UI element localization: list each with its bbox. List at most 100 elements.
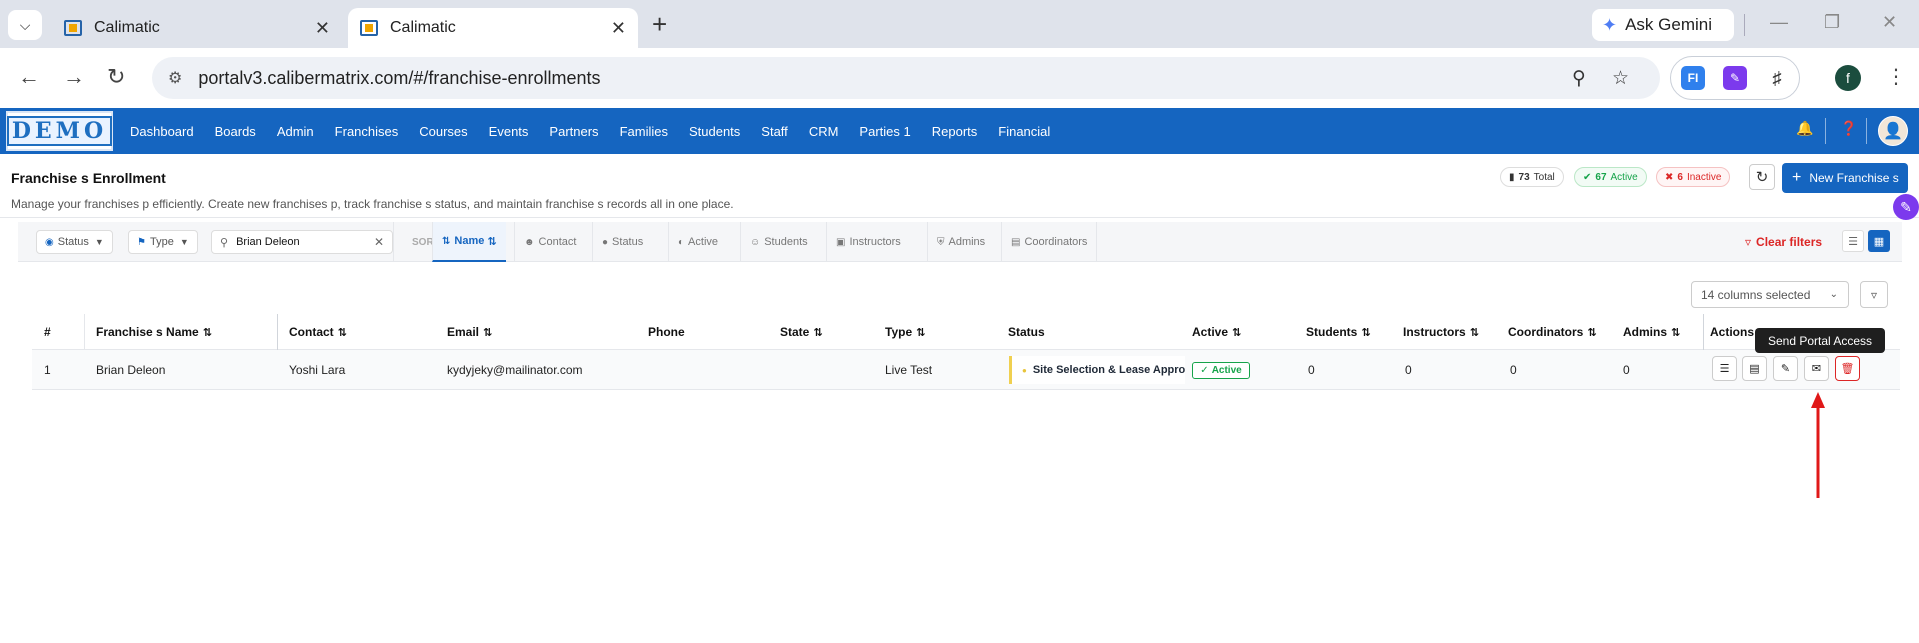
clear-filters-button[interactable]: ▿ Clear filters <box>1745 222 1822 262</box>
settings-sliders-button[interactable]: ☰ <box>1712 356 1737 381</box>
nav-staff[interactable]: Staff <box>761 124 788 139</box>
refresh-icon: ↻ <box>1755 169 1769 186</box>
back-arrow-icon[interactable]: ← <box>18 64 40 90</box>
active-status-badge: ✓ Active <box>1192 362 1250 379</box>
circle-icon: ● <box>602 236 609 248</box>
col-active[interactable]: Active ⇅ <box>1192 314 1241 350</box>
nav-financial[interactable]: Financial <box>998 124 1050 139</box>
forward-arrow-icon[interactable]: → <box>63 64 85 90</box>
sort-arrows-icon: ⇅ <box>916 326 926 339</box>
reload-icon[interactable]: ↻ <box>107 64 125 90</box>
nav-boards[interactable]: Boards <box>215 124 256 139</box>
sort-by-students[interactable]: ☺ Students <box>740 222 817 262</box>
nav-crm[interactable]: CRM <box>809 124 839 139</box>
details-button[interactable]: ▤ <box>1742 356 1767 381</box>
nav-admin[interactable]: Admin <box>277 124 314 139</box>
col-instructors[interactable]: Instructors ⇅ <box>1403 314 1479 350</box>
column-filter-button[interactable]: ▿ <box>1860 281 1888 308</box>
zoom-out-icon[interactable]: ⚲ <box>1572 67 1586 90</box>
col-contact[interactable]: Contact ⇅ <box>289 314 347 350</box>
calimatic-favicon-icon <box>64 20 82 36</box>
nav-dashboard[interactable]: Dashboard <box>130 124 194 139</box>
nav-parties[interactable]: Parties 1 <box>859 124 910 139</box>
nav-students[interactable]: Students <box>689 124 740 139</box>
ask-gemini-button[interactable]: ✦ Ask Gemini <box>1592 9 1734 41</box>
send-portal-access-button[interactable]: ✉ <box>1804 356 1829 381</box>
columns-select[interactable]: 14 columns selected ⌄ <box>1691 281 1849 308</box>
type-filter-dropdown[interactable]: ⚑ Type ▼ <box>128 230 198 254</box>
col-admins-label: Admins <box>1623 325 1668 339</box>
minimize-icon[interactable]: — <box>1770 12 1788 33</box>
col-state[interactable]: State ⇅ <box>780 314 823 350</box>
col-email[interactable]: Email ⇅ <box>447 314 492 350</box>
restore-icon[interactable]: ❐ <box>1824 12 1840 33</box>
window-close-icon[interactable]: ✕ <box>1882 12 1897 33</box>
sort-arrows-icon: ⇅ <box>1671 326 1681 339</box>
sort-by-active[interactable]: ◐ Active <box>668 222 727 262</box>
cell-email: kydyjeky@mailinator.com <box>447 363 583 377</box>
bookmark-star-icon[interactable]: ☆ <box>1612 67 1629 90</box>
extension-fi-icon[interactable]: FI <box>1681 66 1705 90</box>
url-bar[interactable]: ⚙ portalv3.calibermatrix.com/#/franchise… <box>152 57 1660 99</box>
url-text: portalv3.calibermatrix.com/#/franchise-e… <box>198 67 601 88</box>
status-dot-icon: ● <box>1022 365 1027 375</box>
nav-families[interactable]: Families <box>620 124 668 139</box>
sort-by-admins[interactable]: ⛨ Admins <box>927 222 994 262</box>
sort-by-coordinators[interactable]: ▤ Coordinators <box>1001 222 1098 262</box>
search-input[interactable]: ⚲ Brian Deleon ✕ <box>211 230 393 254</box>
nav-partners[interactable]: Partners <box>549 124 598 139</box>
close-tab-icon[interactable]: ✕ <box>315 18 330 39</box>
list-view-icon[interactable]: ☰ <box>1842 230 1864 252</box>
site-settings-icon[interactable]: ⚙ <box>168 68 182 88</box>
close-tab-icon[interactable]: ✕ <box>611 18 626 39</box>
nav-reports[interactable]: Reports <box>932 124 978 139</box>
status-filter-dropdown[interactable]: ◉ Status ▼ <box>36 230 113 254</box>
cell-status[interactable]: ● Site Selection & Lease Appro <box>1009 356 1185 384</box>
demo-logo[interactable]: DEMO <box>6 111 113 151</box>
tab-title: Calimatic <box>94 19 160 36</box>
sort-arrows-icon: ⇅ <box>1361 326 1371 339</box>
col-students[interactable]: Students ⇅ <box>1306 314 1371 350</box>
nav-courses[interactable]: Courses <box>419 124 467 139</box>
col-coordinators[interactable]: Coordinators ⇅ <box>1508 314 1597 350</box>
table-header: # Franchise s Name ⇅ Contact ⇅ Email ⇅ Phon… <box>32 314 1900 350</box>
sort-by-instructors[interactable]: ▣ Instructors <box>826 222 910 262</box>
cell-name: Brian Deleon <box>96 363 166 377</box>
new-franchise-button[interactable]: + New Franchise s <box>1782 163 1908 193</box>
new-tab-plus-icon[interactable]: + <box>652 11 667 37</box>
cell-num: 1 <box>44 363 51 377</box>
tab-search-chevron-icon[interactable]: ⌵ <box>8 10 42 40</box>
edit-pen-fab-icon[interactable]: ✎ <box>1893 194 1919 220</box>
clear-search-icon[interactable]: ✕ <box>374 235 384 249</box>
sort-by-status[interactable]: ● Status <box>592 222 652 262</box>
help-icon[interactable]: ❓ <box>1840 120 1857 137</box>
clear-filters-label: Clear filters <box>1756 235 1823 249</box>
refresh-button[interactable]: ↻ <box>1749 164 1775 190</box>
sort-by-contact[interactable]: ☻ Contact <box>514 222 585 262</box>
delete-button[interactable]: 🗑 <box>1835 356 1860 381</box>
sort-arrows-icon: ⇅ <box>813 326 823 339</box>
extension-pen-icon[interactable]: ✎ <box>1723 66 1747 90</box>
tooltip: Send Portal Access <box>1755 328 1885 353</box>
user-avatar[interactable]: 👤 <box>1878 116 1908 146</box>
profile-avatar[interactable]: f <box>1835 65 1861 91</box>
table-view-icon[interactable]: ▦ <box>1868 230 1890 252</box>
col-admins[interactable]: Admins ⇅ <box>1623 314 1680 350</box>
cell-type: Live Test <box>885 363 933 377</box>
shield-icon: ⛨ <box>937 236 945 248</box>
browser-menu-icon[interactable]: ⋮ <box>1886 64 1906 89</box>
bell-icon[interactable]: 🔔 <box>1796 120 1813 137</box>
nav-franchises[interactable]: Franchises <box>335 124 399 139</box>
nav-events[interactable]: Events <box>489 124 529 139</box>
col-type[interactable]: Type ⇅ <box>885 314 925 350</box>
col-name[interactable]: Franchise s Name ⇅ <box>96 314 212 350</box>
edit-button[interactable]: ✎ <box>1773 356 1798 381</box>
search-icon: ⚲ <box>220 236 229 249</box>
filter-x-icon: ▿ <box>1745 235 1752 249</box>
chevron-down-icon: ▼ <box>94 237 104 247</box>
sort-by-name[interactable]: ⇅ Name ⇅ <box>432 222 506 262</box>
extensions-puzzle-icon[interactable]: ♯ <box>1765 66 1789 90</box>
browser-tab-2[interactable]: Calimatic ✕ <box>348 8 638 48</box>
table-row[interactable]: 1 Brian Deleon Yoshi Lara kydyjeky@maili… <box>32 350 1900 390</box>
browser-tab-1[interactable]: Calimatic ✕ <box>52 8 342 48</box>
